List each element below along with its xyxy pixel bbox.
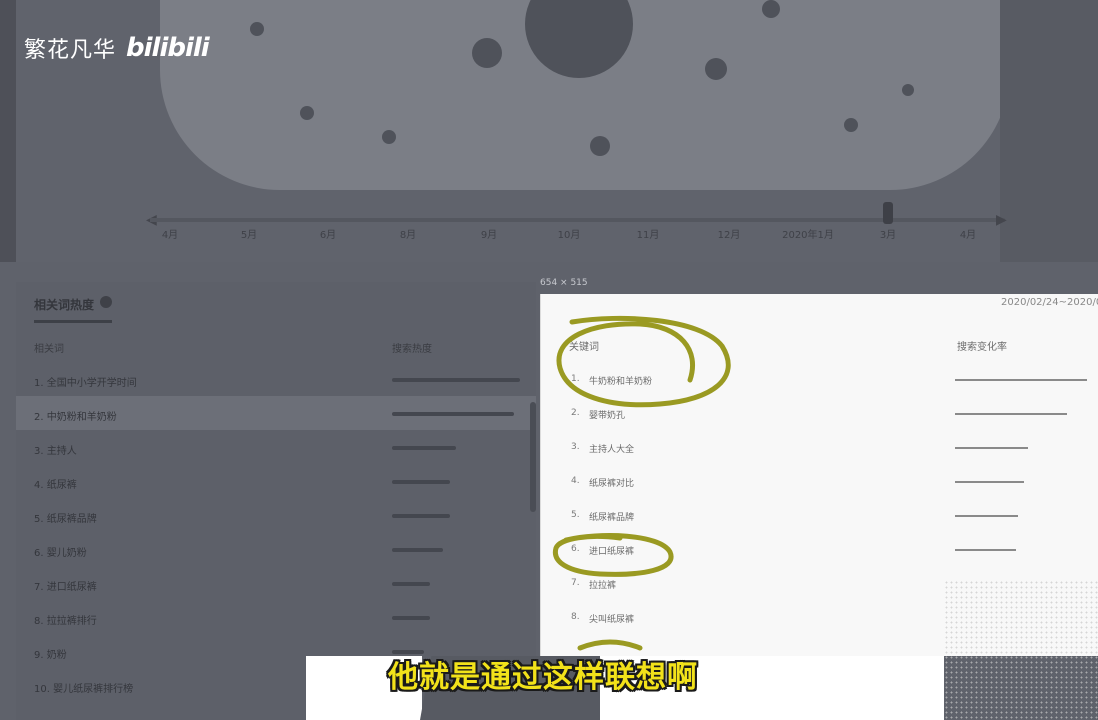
timeline-handle[interactable] [883, 202, 893, 224]
table-row[interactable]: 2. 中奶粉和羊奶粉 [16, 396, 536, 430]
row-keyword[interactable]: 牛奶粉和羊奶粉 [589, 374, 652, 387]
heat-bar [392, 548, 443, 552]
map-marker [300, 106, 314, 120]
timeline-label: 10月 [557, 230, 581, 241]
heat-bar [392, 446, 456, 450]
column-header-heat: 搜索热度 [392, 344, 432, 355]
timeline-label: 2020年1月 [782, 230, 834, 241]
timeline-label: 4月 [161, 230, 179, 241]
video-subtitle: 他就是通过这样联想啊 [388, 660, 698, 695]
bilibili-watermark: 繁花凡华 bilibili [24, 32, 210, 64]
row-label: 3. 主持人 [34, 446, 77, 457]
row-keyword[interactable]: 拉拉裤 [589, 578, 616, 591]
row-keyword[interactable]: 婴带奶孔 [589, 408, 625, 421]
heat-bar [392, 616, 430, 620]
rate-bar [955, 379, 1087, 381]
row-number: 6. [571, 544, 580, 554]
map-marker [250, 22, 264, 36]
rate-bar [955, 515, 1018, 517]
map-marker [762, 0, 780, 18]
bilibili-logo: bilibili [126, 33, 210, 63]
row-number: 8. [571, 612, 580, 622]
map-marker [902, 84, 914, 96]
row-keyword[interactable]: 尖叫纸尿裤 [589, 612, 634, 625]
date-range: 2020/02/24~2020/0 [1001, 297, 1098, 308]
row-label: 9. 奶粉 [34, 650, 67, 661]
row-keyword[interactable]: 主持人大全 [589, 442, 634, 455]
row-keyword[interactable]: 进口纸尿裤 [589, 544, 634, 557]
row-label: 5. 纸尿裤品牌 [34, 514, 97, 525]
table-row[interactable]: 7. 进口纸尿裤 [16, 566, 536, 600]
row-number: 4. [571, 476, 580, 486]
row-number: 3. [571, 442, 580, 452]
row-number: 7. [571, 578, 580, 588]
map-marker [382, 130, 396, 144]
help-icon[interactable] [100, 296, 112, 308]
map-marker [472, 38, 502, 68]
timeline-label: 9月 [480, 230, 498, 241]
scrollbar[interactable] [530, 402, 536, 512]
timeline-label: 5月 [240, 230, 258, 241]
table-row[interactable]: 8. 拉拉裤排行 [16, 600, 536, 634]
table-row[interactable]: 6. 婴儿奶粉 [16, 532, 536, 566]
row-label: 1. 全国中小学开学时间 [34, 378, 137, 389]
map-marker [844, 118, 858, 132]
timeline-label: 11月 [636, 230, 660, 241]
tab-underline [34, 320, 112, 323]
table-row[interactable]: 4. 纸尿裤 [16, 464, 536, 498]
row-label: 6. 婴儿奶粉 [34, 548, 87, 559]
rate-bar [955, 481, 1024, 483]
map-marker [525, 0, 633, 78]
row-label: 7. 进口纸尿裤 [34, 582, 97, 593]
map-marker [590, 136, 610, 156]
row-number: 1. [571, 374, 580, 384]
timeline-track[interactable] [150, 218, 1005, 222]
row-label: 10. 婴儿纸尿裤排行榜 [34, 684, 134, 695]
timeline-label: 4月 [959, 230, 977, 241]
panel-title: 相关词热度 [34, 298, 95, 312]
rate-bar [955, 549, 1016, 551]
map-marker [705, 58, 727, 80]
map-panel [160, 0, 1010, 190]
column-header-rate: 搜索变化率 [957, 342, 1007, 353]
row-label: 2. 中奶粉和羊奶粉 [34, 412, 117, 423]
row-keyword[interactable]: 纸尿裤品牌 [589, 510, 634, 523]
column-header-keyword: 关键词 [569, 342, 599, 353]
heat-bar [392, 378, 520, 382]
row-label: 8. 拉拉裤排行 [34, 616, 97, 627]
heat-bar [392, 514, 450, 518]
heat-bar [392, 582, 430, 586]
table-row[interactable]: 5. 纸尿裤品牌 [16, 498, 536, 532]
left-edge-bar [0, 0, 16, 262]
right-edge-bar [1000, 0, 1098, 262]
row-keyword[interactable]: 纸尿裤对比 [589, 476, 634, 489]
rate-bar [955, 413, 1067, 415]
snip-size-label: 654 × 515 [540, 278, 588, 288]
column-header-keyword: 相关词 [34, 344, 64, 355]
uploader-name: 繁花凡华 [24, 38, 117, 63]
row-label: 4. 纸尿裤 [34, 480, 77, 491]
timeline-label: 6月 [319, 230, 337, 241]
row-number: 5. [571, 510, 580, 520]
rate-bar [955, 447, 1028, 449]
table-row[interactable]: 1. 全国中小学开学时间 [16, 362, 536, 396]
timeline-label: 3月 [879, 230, 897, 241]
row-number: 2. [571, 408, 580, 418]
table-row[interactable]: 3. 主持人 [16, 430, 536, 464]
timeline-label: 12月 [717, 230, 741, 241]
noise-pattern [944, 580, 1098, 720]
heat-bar [392, 412, 514, 416]
timeline-label: 8月 [399, 230, 417, 241]
timeline-right-arrow-icon[interactable]: ▶ [996, 212, 1007, 228]
heat-bar [392, 480, 450, 484]
